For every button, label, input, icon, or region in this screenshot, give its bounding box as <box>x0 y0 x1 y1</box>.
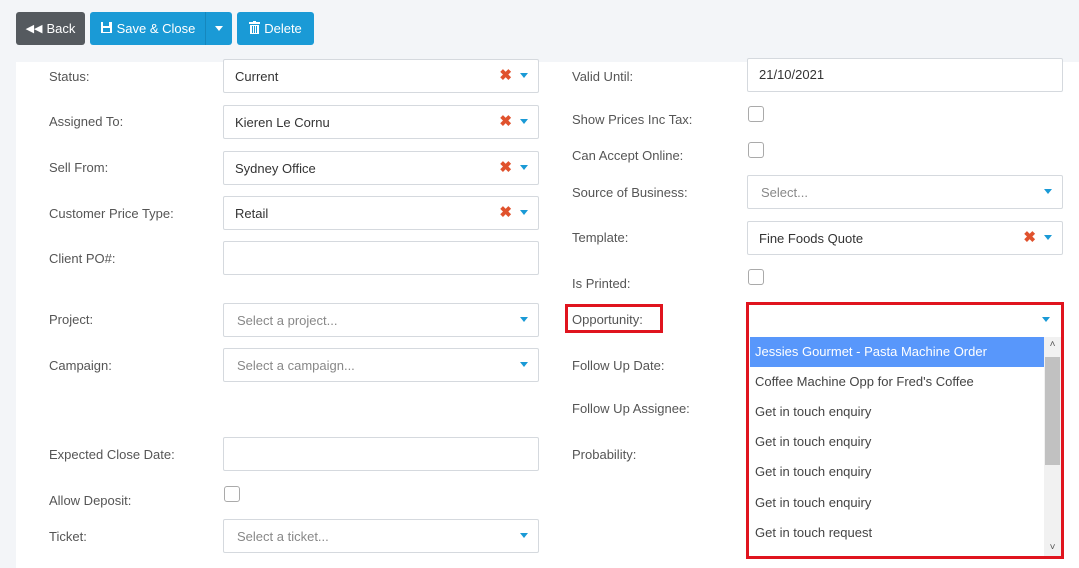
delete-button[interactable]: Delete <box>237 12 314 45</box>
customer-price-type-value: Retail <box>235 206 269 221</box>
save-icon <box>100 21 113 37</box>
expected-close-date-input[interactable] <box>223 437 539 471</box>
valid-until-input[interactable]: 21/10/2021 <box>747 58 1063 92</box>
back-icon: ◀◀ <box>25 23 43 35</box>
customer-price-type-select[interactable]: Retail ✖ <box>223 196 539 230</box>
is-printed-label: Is Printed: <box>572 276 631 291</box>
clear-icon[interactable]: ✖ <box>499 160 512 175</box>
sell-from-select[interactable]: Sydney Office ✖ <box>223 151 539 185</box>
ticket-placeholder: Select a ticket... <box>237 529 329 544</box>
chevron-down-icon <box>520 533 528 538</box>
campaign-placeholder: Select a campaign... <box>237 358 355 373</box>
list-item[interactable]: Get in touch enquiry <box>750 397 1044 427</box>
status-value: Current <box>235 69 279 84</box>
back-button-label: Back <box>46 21 76 36</box>
show-prices-inc-tax-label: Show Prices Inc Tax: <box>572 112 693 127</box>
assigned-to-select[interactable]: Kieren Le Cornu ✖ <box>223 105 539 139</box>
list-item[interactable]: Get in touch request <box>750 518 1044 548</box>
source-of-business-placeholder: Select... <box>761 185 808 200</box>
project-placeholder: Select a project... <box>237 313 338 328</box>
client-po-label: Client PO#: <box>49 251 116 266</box>
clear-icon[interactable]: ✖ <box>499 68 512 83</box>
save-close-button[interactable]: Save & Close <box>90 12 205 45</box>
sell-from-label: Sell From: <box>49 160 109 175</box>
show-prices-inc-tax-checkbox[interactable] <box>748 106 764 122</box>
chevron-down-icon <box>1044 189 1052 194</box>
opportunity-label: Opportunity: <box>572 312 643 327</box>
chevron-down-icon <box>520 362 528 367</box>
chevron-down-icon <box>520 210 528 215</box>
opportunity-dropdown-list: Jessies Gourmet - Pasta Machine Order Co… <box>750 337 1061 556</box>
list-item[interactable]: Get in touch enquiry <box>750 427 1044 457</box>
follow-up-date-label: Follow Up Date: <box>572 358 665 373</box>
assigned-to-value: Kieren Le Cornu <box>235 115 330 130</box>
chevron-down-icon <box>215 26 223 31</box>
source-of-business-select[interactable]: Select... <box>747 175 1063 209</box>
template-value: Fine Foods Quote <box>759 231 864 246</box>
status-select[interactable]: Current ✖ <box>223 59 539 93</box>
campaign-label: Campaign: <box>49 358 112 373</box>
opportunity-select[interactable] <box>749 305 1061 335</box>
assigned-to-label: Assigned To: <box>49 114 124 129</box>
ticket-select[interactable]: Select a ticket... <box>223 519 539 553</box>
chevron-down-icon <box>520 317 528 322</box>
project-label: Project: <box>49 312 94 327</box>
is-printed-checkbox[interactable] <box>748 269 764 285</box>
status-label: Status: <box>49 69 90 84</box>
clear-icon[interactable]: ✖ <box>499 114 512 129</box>
scrollbar-thumb[interactable] <box>1045 357 1060 465</box>
chevron-down-icon <box>1042 317 1050 322</box>
chevron-down-icon <box>520 119 528 124</box>
client-po-input[interactable] <box>223 241 539 275</box>
expected-close-date-label: Expected Close Date: <box>49 447 175 462</box>
save-close-button-label: Save & Close <box>116 21 196 36</box>
campaign-select[interactable]: Select a campaign... <box>223 348 539 382</box>
dropdown-scrollbar[interactable]: ˄ ˅ <box>1044 337 1061 556</box>
customer-price-type-label: Customer Price Type: <box>49 206 174 221</box>
list-item[interactable]: Jessies Gourmet - Pasta Machine Order <box>750 337 1044 367</box>
source-of-business-label: Source of Business: <box>572 185 688 200</box>
delete-button-label: Delete <box>264 21 302 36</box>
trash-icon <box>249 20 261 37</box>
project-select[interactable]: Select a project... <box>223 303 539 337</box>
chevron-down-icon <box>520 165 528 170</box>
template-label: Template: <box>572 230 629 245</box>
follow-up-assignee-label: Follow Up Assignee: <box>572 401 690 416</box>
clear-icon[interactable]: ✖ <box>499 205 512 220</box>
can-accept-online-label: Can Accept Online: <box>572 148 684 163</box>
toolbar: ◀◀ Back Save & Close Delete <box>0 0 1079 62</box>
save-options-button[interactable] <box>205 12 232 45</box>
valid-until-value: 21/10/2021 <box>759 67 825 82</box>
chevron-down-icon <box>520 73 528 78</box>
allow-deposit-checkbox[interactable] <box>224 486 240 502</box>
template-select[interactable]: Fine Foods Quote ✖ <box>747 221 1063 255</box>
chevron-down-icon <box>1044 235 1052 240</box>
allow-deposit-label: Allow Deposit: <box>49 493 132 508</box>
back-button[interactable]: ◀◀ Back <box>16 12 85 45</box>
sell-from-value: Sydney Office <box>235 161 316 176</box>
chevron-up-icon[interactable]: ˄ <box>1048 340 1057 350</box>
list-item[interactable]: Get in touch enquiry <box>750 488 1044 518</box>
clear-icon[interactable]: ✖ <box>1023 230 1036 245</box>
list-item[interactable]: Get in touch enquiry <box>750 457 1044 487</box>
list-item[interactable]: Coffee Machine Opp for Fred's Coffee <box>750 367 1044 397</box>
ticket-label: Ticket: <box>49 529 87 544</box>
probability-label: Probability: <box>572 447 637 462</box>
can-accept-online-checkbox[interactable] <box>748 142 764 158</box>
valid-until-label: Valid Until: <box>572 69 634 84</box>
chevron-down-icon[interactable]: ˅ <box>1048 543 1057 553</box>
